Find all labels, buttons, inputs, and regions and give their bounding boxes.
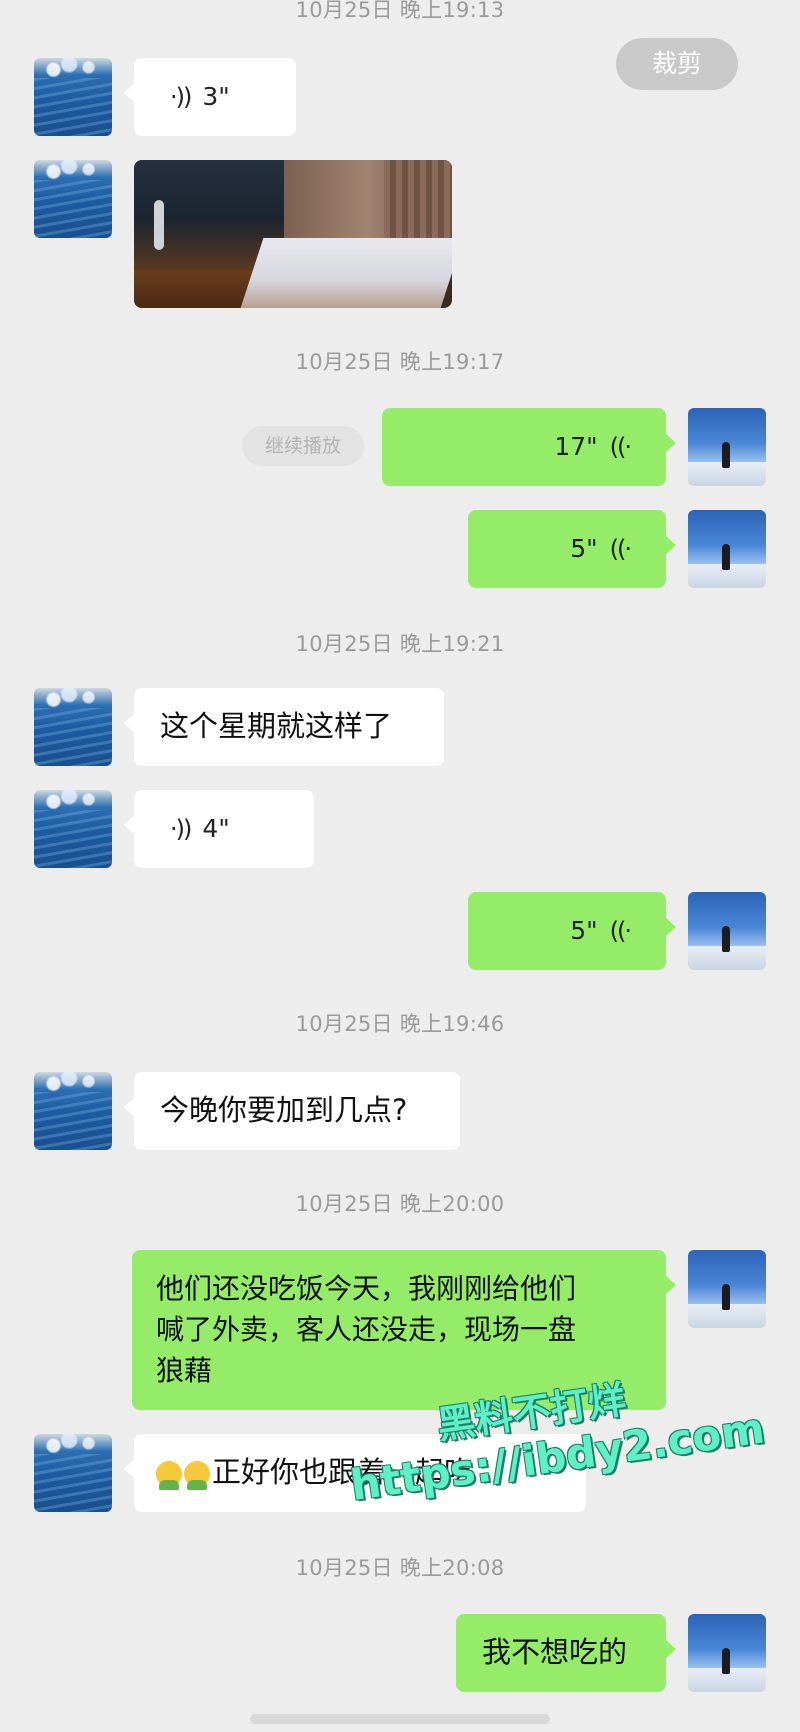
self-avatar[interactable] [688, 1250, 766, 1328]
photo-message[interactable] [134, 160, 452, 308]
person-emoji-icon [184, 1461, 210, 1490]
text-message-bubble[interactable]: 我不想吃的 [456, 1614, 676, 1692]
contact-avatar[interactable] [34, 688, 112, 766]
voice-wave-icon: ·)) [170, 815, 192, 843]
scroll-indicator [250, 1714, 550, 1724]
self-avatar[interactable] [688, 1614, 766, 1692]
timestamp: 10月25日 晚上19:17 [295, 350, 505, 374]
contact-avatar[interactable] [34, 1434, 112, 1512]
voice-duration: 5" [570, 916, 598, 945]
self-avatar[interactable] [688, 408, 766, 486]
timestamp: 10月25日 晚上19:13 [295, 0, 505, 22]
timestamp: 10月25日 晚上19:21 [295, 632, 505, 656]
voice-wave-icon: ((· [609, 917, 632, 945]
text-message-bubble[interactable]: 他们还没吃饭今天，我刚刚给他们 喊了外卖，客人还没走，现场一盘 狼藉 [132, 1250, 676, 1410]
voice-message-bubble[interactable]: ·)) 3" [124, 58, 296, 136]
text-message-bubble[interactable]: 正好你也跟着一起吃 [124, 1434, 586, 1512]
message-text: 正好你也跟着一起吃 [212, 1455, 474, 1489]
photo-content [384, 160, 452, 240]
voice-wave-icon: ·)) [170, 83, 192, 111]
continue-play-button[interactable]: 继续播放 [242, 426, 364, 466]
text-message-bubble[interactable]: 今晚你要加到几点? [124, 1072, 460, 1150]
photo-content [240, 238, 452, 308]
voice-message-bubble[interactable]: 17" ((· [382, 408, 676, 486]
contact-avatar[interactable] [34, 1072, 112, 1150]
photo-content [154, 200, 164, 250]
contact-avatar[interactable] [34, 58, 112, 136]
message-line: 喊了外卖，客人还没走，现场一盘 [156, 1313, 577, 1346]
voice-duration: 3" [202, 82, 230, 111]
voice-message-bubble[interactable]: ·)) 4" [124, 790, 314, 868]
voice-wave-icon: ((· [609, 433, 632, 461]
voice-duration: 17" [554, 432, 598, 461]
voice-wave-icon: ((· [609, 535, 632, 563]
person-emoji-icon [156, 1461, 182, 1490]
timestamp: 10月25日 晚上20:08 [295, 1556, 505, 1580]
timestamp: 10月25日 晚上19:46 [295, 1012, 505, 1036]
message-line: 他们还没吃饭今天，我刚刚给他们 [156, 1272, 577, 1305]
voice-message-bubble[interactable]: 5" ((· [468, 892, 676, 970]
text-message-bubble[interactable]: 这个星期就这样了 [124, 688, 444, 766]
crop-button[interactable]: 裁剪 [616, 38, 738, 90]
self-avatar[interactable] [688, 510, 766, 588]
voice-duration: 5" [570, 534, 598, 563]
chat-screen: 10月25日 晚上19:13 裁剪 ·)) 3" 10月25日 晚上19:17 … [0, 0, 800, 1732]
voice-message-bubble[interactable]: 5" ((· [468, 510, 676, 588]
message-line: 狼藉 [156, 1354, 213, 1387]
contact-avatar[interactable] [34, 160, 112, 238]
contact-avatar[interactable] [34, 790, 112, 868]
voice-duration: 4" [202, 814, 230, 843]
timestamp: 10月25日 晚上20:00 [295, 1192, 505, 1216]
self-avatar[interactable] [688, 892, 766, 970]
